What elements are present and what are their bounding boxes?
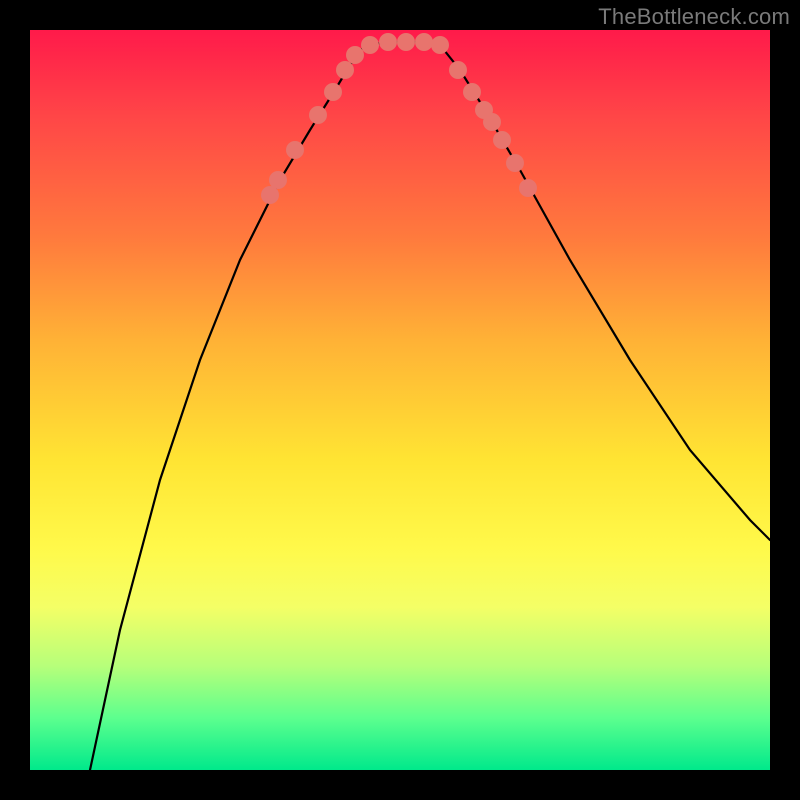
- highlight-dot: [324, 83, 342, 101]
- highlight-dot: [506, 154, 524, 172]
- bottleneck-curve: [90, 42, 770, 770]
- highlight-dot: [431, 36, 449, 54]
- highlight-dot: [336, 61, 354, 79]
- highlight-dot: [379, 33, 397, 51]
- highlight-dot: [493, 131, 511, 149]
- highlight-dot: [361, 36, 379, 54]
- chart-frame: TheBottleneck.com: [0, 0, 800, 800]
- highlight-dot: [309, 106, 327, 124]
- highlight-dot: [346, 46, 364, 64]
- curve-group: [90, 42, 770, 770]
- highlight-dot: [519, 179, 537, 197]
- curve-svg: [30, 30, 770, 770]
- highlight-dot: [415, 33, 433, 51]
- watermark-text: TheBottleneck.com: [598, 4, 790, 30]
- highlight-dot: [397, 33, 415, 51]
- highlight-dot: [463, 83, 481, 101]
- chart-plot-area: [30, 30, 770, 770]
- highlight-dot: [286, 141, 304, 159]
- highlight-dots-group: [261, 33, 537, 204]
- highlight-dot: [449, 61, 467, 79]
- highlight-dot: [269, 171, 287, 189]
- highlight-dot: [483, 113, 501, 131]
